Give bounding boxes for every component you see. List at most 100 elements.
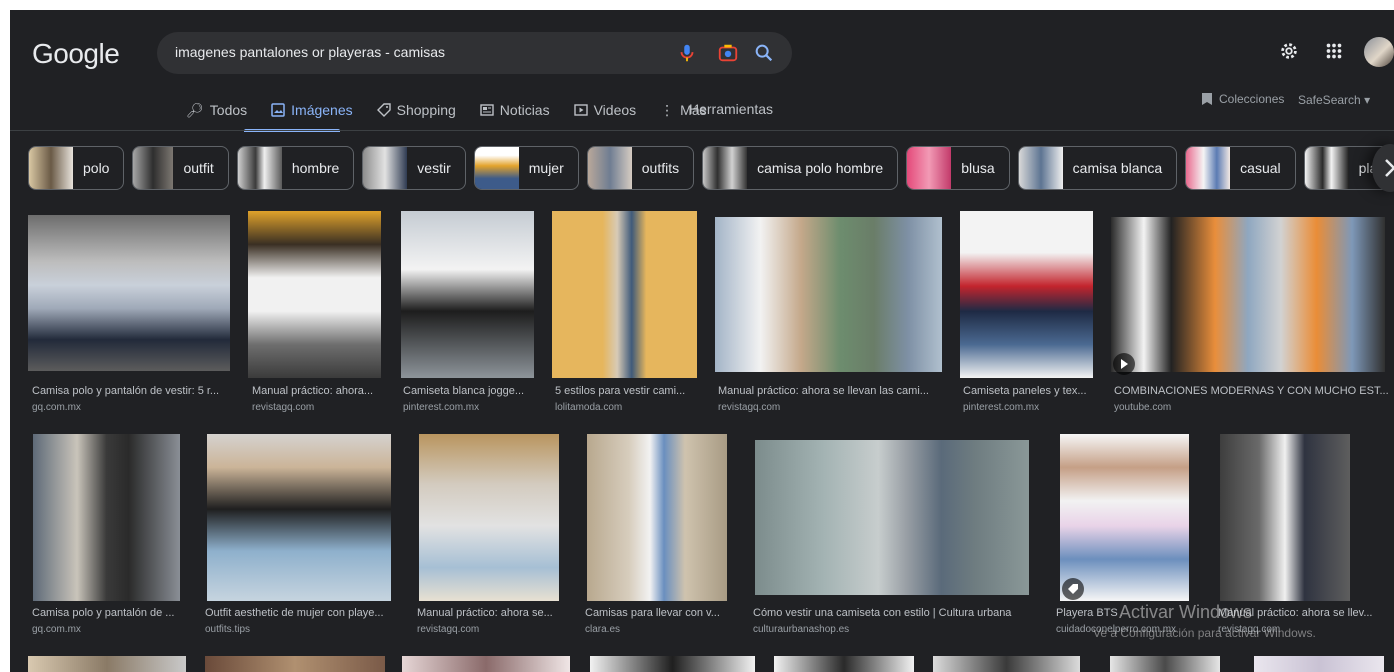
header-divider — [10, 130, 1394, 131]
result-caption[interactable]: Camiseta blanca jogge... — [403, 385, 538, 397]
image-icon — [271, 103, 285, 117]
result-image[interactable] — [933, 656, 1080, 672]
result-image[interactable] — [1111, 217, 1385, 372]
tab-imagenes[interactable]: Imágenes — [259, 98, 364, 122]
result-caption[interactable]: Outfit aesthetic de mujer con playe... — [205, 607, 393, 619]
chip-thumbnail — [907, 147, 952, 189]
result-source[interactable]: revistagq.com — [417, 624, 562, 635]
result-image[interactable] — [401, 211, 534, 378]
chip-camisa-blanca[interactable]: camisa blanca — [1017, 146, 1178, 190]
result-image[interactable] — [1060, 434, 1189, 601]
result-caption[interactable]: Camisa polo y pantalón de ... — [32, 607, 182, 619]
chip-mujer[interactable]: mujer — [473, 146, 579, 190]
chip-casual[interactable]: casual — [1185, 146, 1296, 190]
result-source[interactable]: culturaurbanashop.es — [753, 624, 1033, 635]
result-image[interactable] — [28, 656, 186, 672]
google-logo[interactable]: Google — [32, 38, 120, 70]
result-source[interactable]: revistagq.com — [718, 402, 946, 413]
result-image[interactable] — [755, 440, 1029, 595]
chip-outfits[interactable]: outfits — [586, 146, 695, 190]
chip-vestir[interactable]: vestir — [362, 146, 466, 190]
chip-camisa-polo-hombre[interactable]: camisa polo hombre — [702, 146, 899, 190]
tab-label: Imágenes — [291, 102, 353, 118]
google-images-page: Google imagenes pantalones or playeras -… — [10, 10, 1394, 672]
search-icon[interactable] — [753, 42, 775, 64]
product-tag-icon — [1062, 578, 1084, 600]
chip-thumbnail — [1186, 147, 1231, 189]
tab-videos[interactable]: Videos — [562, 98, 649, 122]
result-image[interactable] — [248, 211, 381, 378]
search-input[interactable]: imagenes pantalones or playeras - camisa… — [175, 44, 445, 60]
result-caption[interactable]: Camiseta paneles y tex... — [963, 385, 1098, 397]
result-image[interactable] — [402, 656, 570, 672]
tab-shopping[interactable]: Shopping — [365, 98, 468, 122]
result-image[interactable] — [587, 434, 727, 601]
chips-next-button[interactable] — [1372, 144, 1394, 192]
chip-label: camisa blanca — [1072, 160, 1163, 176]
result-image[interactable] — [33, 434, 180, 601]
result-source[interactable]: pinterest.com.mx — [963, 402, 1098, 413]
tab-label: Shopping — [396, 102, 456, 118]
chip-thumbnail — [237, 147, 282, 189]
more-vert-icon: ⋮ — [660, 101, 675, 118]
tools-button[interactable]: Herramientas — [689, 101, 773, 117]
result-source[interactable]: gq.com.mx — [32, 624, 182, 635]
video-play-icon — [1113, 353, 1135, 375]
result-source[interactable]: outfits.tips — [205, 624, 393, 635]
chip-label: camisa polo hombre — [757, 160, 884, 176]
result-image[interactable] — [205, 656, 385, 672]
result-caption[interactable]: Camisas para llevar con v... — [585, 607, 730, 619]
settings-gear-icon[interactable] — [1278, 40, 1300, 62]
chip-label: mujer — [528, 160, 564, 176]
bookmark-icon — [1202, 93, 1212, 105]
chip-blusa[interactable]: blusa — [906, 146, 1010, 190]
windows-activation-hint: Ve a Configuración para activar Windows. — [1093, 626, 1316, 640]
safesearch-label: SafeSearch — [1298, 93, 1361, 107]
result-image[interactable] — [590, 656, 755, 672]
collections-link[interactable]: Colecciones — [1201, 92, 1284, 106]
search-tabs: 🔎︎ Todos Imágenes Shopping Noticias Vide… — [174, 98, 719, 138]
result-image[interactable] — [1220, 434, 1350, 601]
result-source[interactable]: clara.es — [585, 624, 730, 635]
result-caption[interactable]: Manual práctico: ahora se llevan las cam… — [718, 385, 946, 397]
result-source[interactable]: youtube.com — [1114, 402, 1390, 413]
result-source[interactable]: revistagq.com — [252, 402, 387, 413]
collections-label: Colecciones — [1219, 92, 1285, 106]
caret-down-icon: ▾ — [1364, 93, 1371, 107]
result-image[interactable] — [774, 656, 914, 672]
result-caption[interactable]: COMBINACIONES MODERNAS Y CON MUCHO EST..… — [1114, 385, 1390, 397]
chip-hombre[interactable]: hombre — [236, 146, 355, 190]
result-image[interactable] — [960, 211, 1093, 378]
result-image[interactable] — [1110, 656, 1220, 672]
result-source[interactable]: gq.com.mx — [32, 402, 232, 413]
safesearch-menu[interactable]: SafeSearch ▾ — [1298, 93, 1370, 107]
result-caption[interactable]: Cómo vestir una camiseta con estilo | Cu… — [753, 607, 1033, 619]
result-caption[interactable]: Manual práctico: ahora se... — [417, 607, 562, 619]
result-caption[interactable]: 5 estilos para vestir cami... — [555, 385, 700, 397]
chip-thumbnail — [363, 147, 408, 189]
tab-label: Todos — [209, 102, 248, 118]
lens-camera-icon[interactable] — [717, 42, 739, 64]
tab-noticias[interactable]: Noticias — [468, 98, 562, 122]
result-caption[interactable]: Camisa polo y pantalón de vestir: 5 r... — [32, 385, 232, 397]
chip-thumbnail — [587, 147, 632, 189]
chip-thumbnail — [703, 147, 748, 189]
account-avatar[interactable] — [1364, 37, 1394, 67]
result-image[interactable] — [419, 434, 559, 601]
search-box[interactable]: imagenes pantalones or playeras - camisa… — [157, 32, 792, 74]
result-source[interactable]: pinterest.com.mx — [403, 402, 538, 413]
apps-grid-icon[interactable] — [1323, 40, 1345, 62]
result-image[interactable] — [552, 211, 697, 378]
result-caption[interactable]: Manual práctico: ahora... — [252, 385, 387, 397]
result-source[interactable]: lolitamoda.com — [555, 402, 700, 413]
result-image[interactable] — [715, 217, 942, 372]
result-image[interactable] — [1254, 656, 1384, 672]
chip-polo[interactable]: polo — [28, 146, 125, 190]
result-caption[interactable]: Playera BTS ... — [1056, 607, 1122, 619]
chip-outfit[interactable]: outfit — [132, 146, 229, 190]
chip-label: blusa — [961, 160, 995, 176]
result-image[interactable] — [207, 434, 391, 601]
microphone-icon[interactable] — [676, 42, 698, 64]
result-image[interactable] — [28, 215, 230, 371]
tab-todos[interactable]: 🔎︎ Todos — [174, 98, 259, 122]
